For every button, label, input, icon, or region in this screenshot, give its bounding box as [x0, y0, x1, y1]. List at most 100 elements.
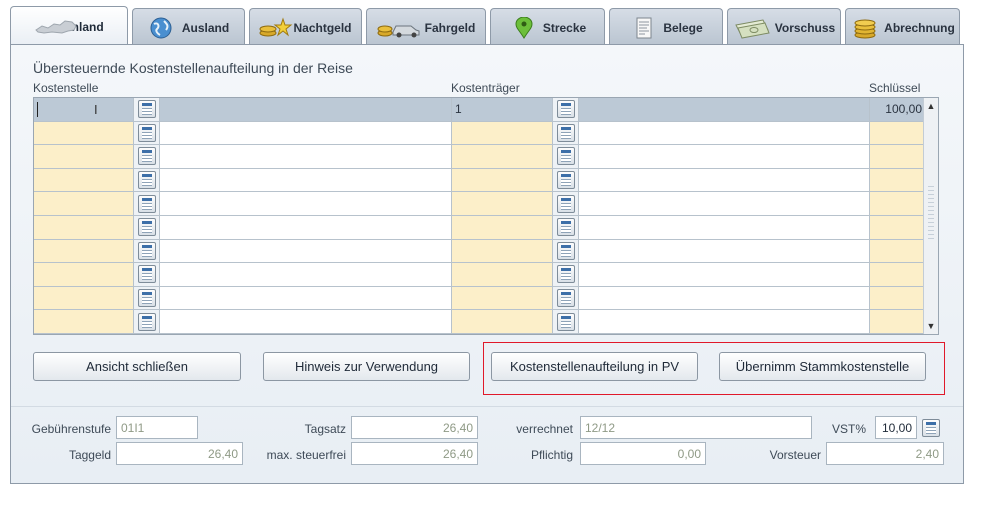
schluessel-cell[interactable] [870, 310, 924, 333]
tab-inland[interactable]: Inland [10, 6, 128, 46]
schluessel-cell[interactable]: 100,00 [870, 98, 924, 121]
tab-fahrgeld[interactable]: Fahrgeld [366, 8, 486, 46]
receipt-icon [629, 17, 659, 39]
kostentraeger-picker-button[interactable] [553, 263, 579, 286]
verrechnet-field[interactable]: 12/12 [580, 416, 812, 439]
schluessel-cell[interactable] [870, 192, 924, 215]
cost-allocation-pv-button[interactable]: Kostenstellenaufteilung in PV [491, 352, 698, 381]
kostenstelle-picker-button[interactable] [134, 239, 160, 263]
vst-picker-button[interactable] [920, 416, 942, 439]
table-row[interactable] [34, 263, 924, 287]
col-header-kostentraeger: Kostenträger [451, 81, 520, 95]
kostentraeger-picker-button[interactable] [553, 216, 579, 239]
tab-abrechnung[interactable]: Abrechnung [845, 8, 960, 46]
table-row[interactable] [34, 239, 924, 264]
kostenstelle-cell[interactable] [34, 263, 134, 286]
schluessel-cell[interactable] [870, 145, 924, 168]
kostenstelle-picker-button[interactable] [134, 98, 160, 121]
kostentraeger-picker-button[interactable] [553, 192, 579, 215]
usage-hint-button[interactable]: Hinweis zur Verwendung [263, 352, 470, 381]
kostenstelle-cell[interactable] [34, 310, 134, 333]
kostentraeger-cell[interactable] [452, 310, 553, 333]
kostentraeger-cell[interactable]: 1 [452, 98, 553, 121]
take-master-cost-center-button[interactable]: Übernimm Stammkostenstelle [719, 352, 926, 381]
pflichtig-field[interactable]: 0,00 [580, 442, 706, 465]
kostentraeger-picker-button[interactable] [553, 310, 579, 333]
kostenstelle-cell[interactable] [34, 286, 134, 310]
kostenstelle-picker-button[interactable] [134, 310, 160, 333]
table-row[interactable] [34, 192, 924, 216]
schluessel-cell[interactable] [870, 263, 924, 286]
tagsatz-field[interactable]: 26,40 [351, 416, 478, 439]
calendar-list-icon [137, 289, 156, 308]
kostentraeger-description-cell [579, 192, 870, 215]
table-row[interactable] [34, 310, 924, 334]
kostentraeger-cell[interactable] [452, 286, 553, 310]
tagsatz-label: Tagsatz [304, 422, 346, 436]
tab-label: Strecke [542, 20, 587, 35]
table-row[interactable] [34, 286, 924, 311]
kostentraeger-picker-button[interactable] [553, 239, 579, 263]
kostenstelle-description-cell [160, 121, 452, 145]
kostenstelle-picker-button[interactable] [134, 286, 160, 310]
map-pin-icon [509, 16, 539, 39]
kostentraeger-cell[interactable] [452, 263, 553, 286]
scroll-up-icon[interactable]: ▲ [925, 100, 937, 112]
schluessel-cell[interactable] [870, 168, 924, 192]
kostenstelle-picker-button[interactable] [134, 121, 160, 145]
kostentraeger-description-cell [579, 286, 870, 310]
kostentraeger-cell[interactable] [452, 216, 553, 239]
close-view-button[interactable]: Ansicht schließen [33, 352, 241, 381]
kostenstelle-cell[interactable] [34, 192, 134, 215]
kostenstelle-description-cell [160, 286, 452, 310]
schluessel-cell[interactable] [870, 239, 924, 263]
calendar-list-icon [137, 100, 156, 119]
car-coins-icon [377, 17, 421, 39]
vst-field[interactable]: 10,00 [875, 416, 917, 439]
kostenstelle-picker-button[interactable] [134, 145, 160, 168]
tab-vorschuss[interactable]: Vorschuss [727, 8, 841, 46]
max-steuerfrei-field[interactable]: 26,40 [351, 442, 478, 465]
tab-nachtgeld[interactable]: Nachtgeld [249, 8, 362, 46]
kostentraeger-picker-button[interactable] [553, 286, 579, 310]
table-row[interactable] [34, 216, 924, 240]
tab-ausland[interactable]: Ausland [132, 8, 245, 46]
table-row[interactable]: 1 100,00 I [34, 98, 924, 122]
kostentraeger-picker-button[interactable] [553, 145, 579, 168]
kostenstelle-picker-button[interactable] [134, 168, 160, 192]
schluessel-cell[interactable] [870, 121, 924, 145]
kostentraeger-cell[interactable] [452, 239, 553, 263]
kostentraeger-cell[interactable] [452, 168, 553, 192]
kostentraeger-cell[interactable] [452, 145, 553, 168]
kostenstelle-picker-button[interactable] [134, 216, 160, 239]
kostenstelle-cell[interactable] [34, 145, 134, 168]
kostentraeger-cell[interactable] [452, 121, 553, 145]
kostenstelle-cell[interactable] [34, 216, 134, 239]
table-row[interactable] [34, 121, 924, 146]
kostenstelle-cell[interactable] [34, 121, 134, 145]
schluessel-cell[interactable] [870, 286, 924, 310]
tab-belege[interactable]: Belege [609, 8, 723, 46]
tab-label: Vorschuss [774, 20, 836, 35]
kostentraeger-picker-button[interactable] [553, 121, 579, 145]
kostenstelle-picker-button[interactable] [134, 192, 160, 215]
kostentraeger-description-cell [579, 145, 870, 168]
tab-strecke[interactable]: Strecke [490, 8, 605, 46]
kostenstelle-cell[interactable] [34, 98, 134, 121]
vorsteuer-field[interactable]: 2,40 [826, 442, 944, 465]
scroll-grip[interactable] [928, 186, 934, 240]
gebuehrenstufe-field[interactable]: 01I1 [116, 416, 198, 439]
kostenstelle-cell[interactable] [34, 168, 134, 192]
table-row[interactable] [34, 168, 924, 193]
schluessel-cell[interactable] [870, 216, 924, 239]
table-row[interactable] [34, 145, 924, 169]
calendar-list-icon [922, 418, 940, 437]
kostenstelle-picker-button[interactable] [134, 263, 160, 286]
grid-scrollbar[interactable]: ▲ ▼ [923, 98, 938, 334]
kostentraeger-picker-button[interactable] [553, 168, 579, 192]
taggeld-field[interactable]: 26,40 [116, 442, 243, 465]
scroll-down-icon[interactable]: ▼ [925, 320, 937, 332]
kostentraeger-picker-button[interactable] [553, 98, 579, 121]
kostenstelle-cell[interactable] [34, 239, 134, 263]
kostentraeger-cell[interactable] [452, 192, 553, 215]
